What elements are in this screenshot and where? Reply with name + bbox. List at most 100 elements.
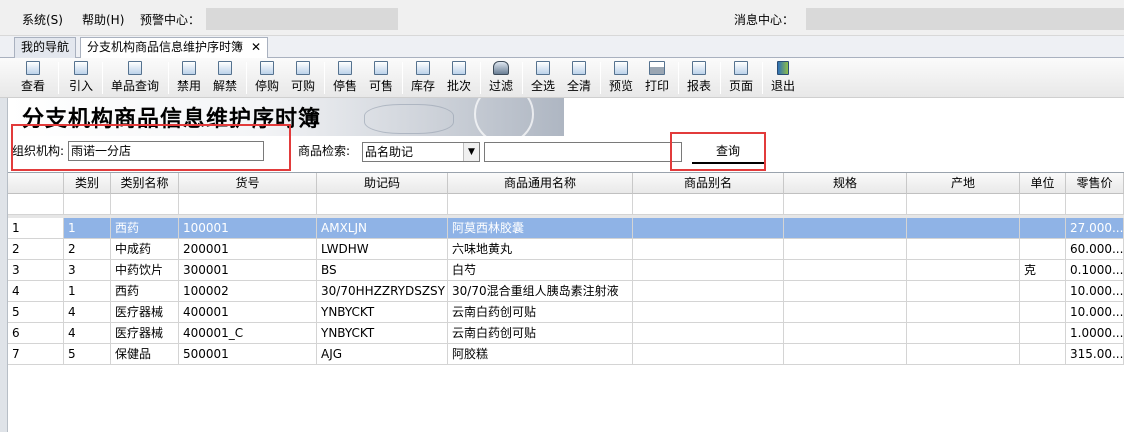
- cell-category-name[interactable]: 中药饮片: [111, 260, 179, 281]
- cell-unit[interactable]: [1020, 218, 1066, 239]
- table-row[interactable]: 1 1 西药 100001 AMXLJN 阿莫西林胶囊 27.000...: [8, 218, 1124, 239]
- cell-retail-price[interactable]: 10.000...: [1066, 281, 1124, 302]
- close-icon[interactable]: ✕: [251, 38, 261, 57]
- exit-button[interactable]: 退出: [768, 60, 798, 96]
- cell-generic-name[interactable]: 云南白药创可贴: [448, 302, 633, 323]
- stock-button[interactable]: 库存: [408, 60, 438, 96]
- row-number[interactable]: 3: [8, 260, 64, 281]
- cell-retail-price[interactable]: 27.000...: [1066, 218, 1124, 239]
- cell-mnemonic[interactable]: YNBYCKT: [317, 323, 448, 344]
- column-header[interactable]: 商品通用名称: [448, 173, 633, 194]
- cell-retail-price[interactable]: 1.0000...: [1066, 323, 1124, 344]
- cell-category-name[interactable]: 中成药: [111, 239, 179, 260]
- cell-category-name[interactable]: 医疗器械: [111, 323, 179, 344]
- cell-generic-name[interactable]: 白芍: [448, 260, 633, 281]
- cell-item-code[interactable]: 200001: [179, 239, 317, 260]
- cell-origin[interactable]: [907, 281, 1020, 302]
- column-header[interactable]: 类别: [64, 173, 111, 194]
- cell-alias[interactable]: [633, 323, 784, 344]
- cell-retail-price[interactable]: 60.000...: [1066, 239, 1124, 260]
- filter-cell[interactable]: [1066, 194, 1124, 215]
- cell-unit[interactable]: [1020, 302, 1066, 323]
- cell-spec[interactable]: [784, 239, 907, 260]
- cell-category-name[interactable]: 西药: [111, 281, 179, 302]
- cell-retail-price[interactable]: 315.00...: [1066, 344, 1124, 365]
- cell-origin[interactable]: [907, 323, 1020, 344]
- cell-category-name[interactable]: 医疗器械: [111, 302, 179, 323]
- chevron-down-icon[interactable]: ▼: [463, 143, 479, 161]
- row-number[interactable]: 6: [8, 323, 64, 344]
- cell-mnemonic[interactable]: LWDHW: [317, 239, 448, 260]
- cell-mnemonic[interactable]: BS: [317, 260, 448, 281]
- column-header[interactable]: 助记码: [317, 173, 448, 194]
- table-row[interactable]: 6 4 医疗器械 400001_C YNBYCKT 云南白药创可贴 1.0000...: [8, 323, 1124, 344]
- cell-alias[interactable]: [633, 260, 784, 281]
- cell-retail-price[interactable]: 0.1000...: [1066, 260, 1124, 281]
- row-number[interactable]: 1: [8, 218, 64, 239]
- table-row[interactable]: 5 4 医疗器械 400001 YNBYCKT 云南白药创可贴 10.000...: [8, 302, 1124, 323]
- cell-spec[interactable]: [784, 260, 907, 281]
- select-all-button[interactable]: 全选: [528, 60, 558, 96]
- cell-category[interactable]: 3: [64, 260, 111, 281]
- cell-unit[interactable]: [1020, 239, 1066, 260]
- stop-purchase-button[interactable]: 停购: [252, 60, 282, 96]
- cell-origin[interactable]: [907, 302, 1020, 323]
- row-number[interactable]: 2: [8, 239, 64, 260]
- filter-cell[interactable]: [317, 194, 448, 215]
- filter-button[interactable]: 过滤: [486, 60, 516, 96]
- cell-origin[interactable]: [907, 239, 1020, 260]
- filter-cell[interactable]: [1020, 194, 1066, 215]
- cell-category[interactable]: 5: [64, 344, 111, 365]
- cell-retail-price[interactable]: 10.000...: [1066, 302, 1124, 323]
- cell-alias[interactable]: [633, 344, 784, 365]
- cell-unit[interactable]: 克: [1020, 260, 1066, 281]
- clear-all-button[interactable]: 全清: [564, 60, 594, 96]
- preview-button[interactable]: 预览: [606, 60, 636, 96]
- cell-item-code[interactable]: 300001: [179, 260, 317, 281]
- column-header[interactable]: 商品别名: [633, 173, 784, 194]
- cell-unit[interactable]: [1020, 344, 1066, 365]
- page-setup-button[interactable]: 页面: [726, 60, 756, 96]
- cell-mnemonic[interactable]: AMXLJN: [317, 218, 448, 239]
- column-header[interactable]: 单位: [1020, 173, 1066, 194]
- table-row[interactable]: 3 3 中药饮片 300001 BS 白芍克 0.1000...: [8, 260, 1124, 281]
- cell-generic-name[interactable]: 六味地黄丸: [448, 239, 633, 260]
- view-button[interactable]: 查看: [18, 60, 48, 96]
- cell-generic-name[interactable]: 阿胶糕: [448, 344, 633, 365]
- tab-branch-goods[interactable]: 分支机构商品信息维护序时簿 ✕: [80, 37, 269, 59]
- allow-purchase-button[interactable]: 可购: [288, 60, 318, 96]
- row-number[interactable]: 4: [8, 281, 64, 302]
- column-header[interactable]: 规格: [784, 173, 907, 194]
- cell-spec[interactable]: [784, 302, 907, 323]
- cell-mnemonic[interactable]: 30/70HHZZRYDSZSY: [317, 281, 448, 302]
- cell-alias[interactable]: [633, 218, 784, 239]
- cell-category[interactable]: 4: [64, 302, 111, 323]
- org-input[interactable]: 雨诺一分店: [68, 141, 264, 161]
- cell-spec[interactable]: [784, 344, 907, 365]
- column-header[interactable]: 产地: [907, 173, 1020, 194]
- tab-my-navigation[interactable]: 我的导航: [14, 37, 77, 58]
- table-row[interactable]: 2 2 中成药 200001 LWDHW 六味地黄丸 60.000...: [8, 239, 1124, 260]
- cell-generic-name[interactable]: 阿莫西林胶囊: [448, 218, 633, 239]
- filter-cell[interactable]: [448, 194, 633, 215]
- filter-cell[interactable]: [111, 194, 179, 215]
- goods-grid[interactable]: 类别 类别名称 货号 助记码 商品通用名称 商品别名 规格 产地 单位 零售价 …: [8, 172, 1124, 432]
- cell-alias[interactable]: [633, 302, 784, 323]
- cell-item-code[interactable]: 400001: [179, 302, 317, 323]
- filter-cell[interactable]: [633, 194, 784, 215]
- cell-mnemonic[interactable]: YNBYCKT: [317, 302, 448, 323]
- cell-mnemonic[interactable]: AJG: [317, 344, 448, 365]
- cell-generic-name[interactable]: 30/70混合重组人胰岛素注射液: [448, 281, 633, 302]
- stop-sale-button[interactable]: 停售: [330, 60, 360, 96]
- cell-item-code[interactable]: 100002: [179, 281, 317, 302]
- table-row[interactable]: 7 5 保健品 500001 AJG 阿胶糕 315.00...: [8, 344, 1124, 365]
- enable-button[interactable]: 解禁: [210, 60, 240, 96]
- cell-spec[interactable]: [784, 218, 907, 239]
- cell-origin[interactable]: [907, 260, 1020, 281]
- filter-cell[interactable]: [907, 194, 1020, 215]
- filter-cell[interactable]: [179, 194, 317, 215]
- column-header[interactable]: 类别名称: [111, 173, 179, 194]
- filter-cell[interactable]: [64, 194, 111, 215]
- cell-category[interactable]: 4: [64, 323, 111, 344]
- query-button[interactable]: 查询: [692, 140, 764, 164]
